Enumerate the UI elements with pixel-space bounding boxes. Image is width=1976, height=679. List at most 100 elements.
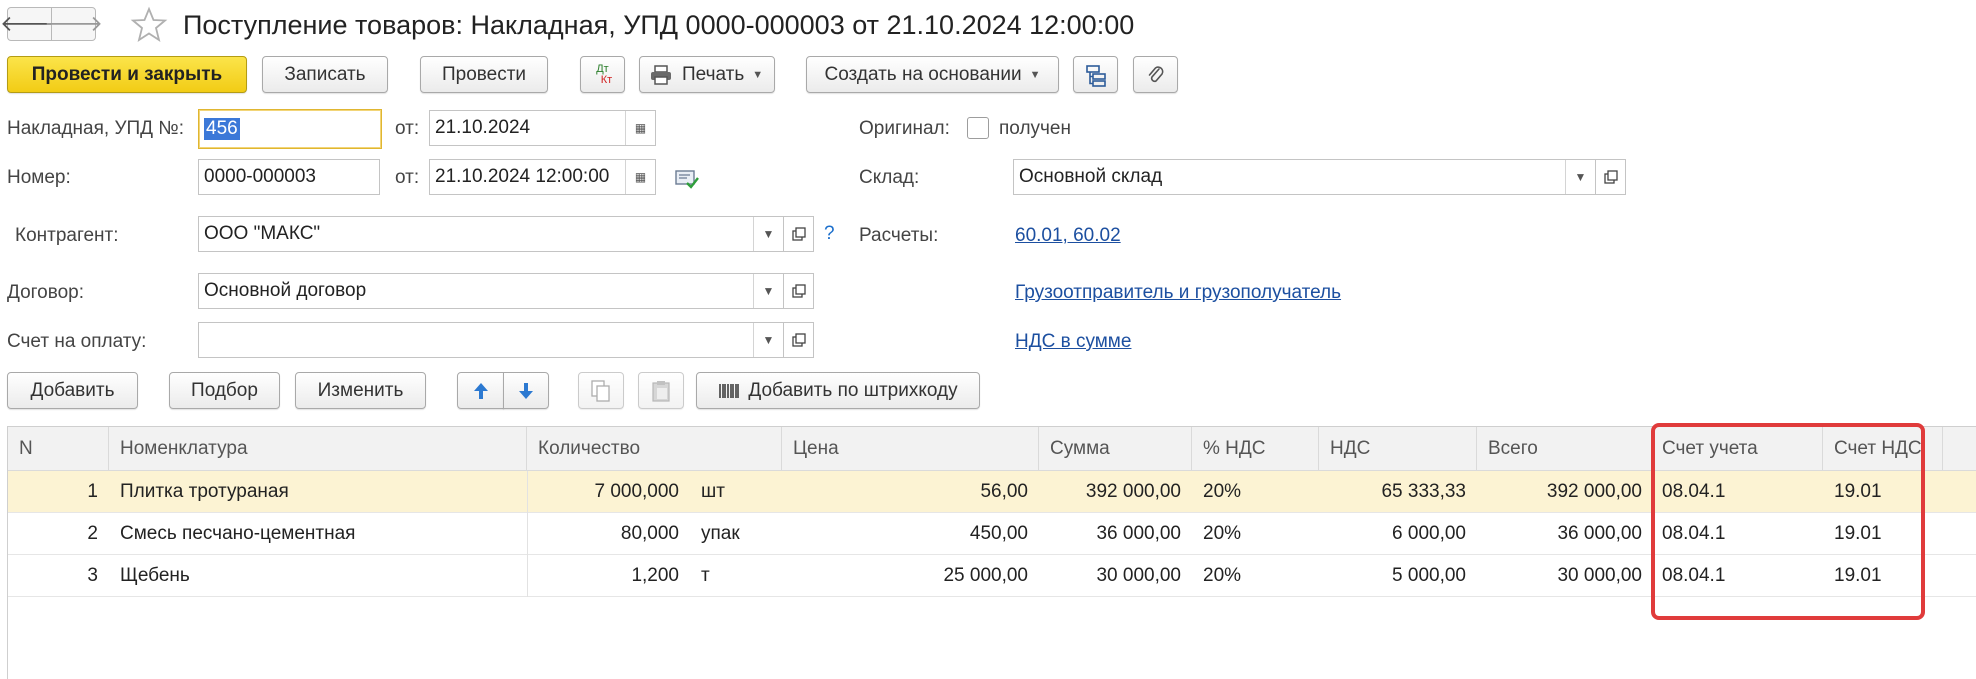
row-price: 56,00	[980, 481, 1028, 502]
contract-value: Основной договор	[204, 280, 367, 301]
open-icon	[791, 284, 806, 298]
printer-icon	[651, 64, 671, 85]
row-quantity: 7 000,000	[594, 481, 679, 502]
paste-button[interactable]	[638, 372, 684, 409]
number-date-field[interactable]: 21.10.2024 12:00:00 ▦	[429, 159, 656, 195]
row-vat: 65 333,33	[1381, 481, 1466, 502]
row-total: 392 000,00	[1546, 481, 1642, 502]
row-unit: шт	[701, 481, 725, 502]
row-price: 25 000,00	[943, 565, 1028, 586]
original-label: Оригинал:	[859, 118, 950, 139]
vat-in-sum-link[interactable]: НДС в сумме	[1015, 331, 1131, 353]
save-button[interactable]: Записать	[262, 56, 388, 93]
row-item: Плитка тротураная	[120, 481, 289, 502]
row-vat: 6 000,00	[1392, 523, 1466, 544]
invoice-for-payment-field[interactable]: ▼	[198, 322, 784, 358]
column-header-total[interactable]: Всего	[1477, 427, 1653, 471]
chevron-down-icon[interactable]: ▼	[753, 217, 783, 251]
row-sum: 392 000,00	[1085, 481, 1181, 502]
row-number: 2	[87, 523, 98, 544]
original-received-label: получен	[999, 118, 1071, 139]
print-label: Печать	[682, 63, 745, 85]
row-total: 36 000,00	[1557, 523, 1642, 544]
contractor-open-button[interactable]	[784, 216, 814, 252]
warehouse-field[interactable]: Основной склад ▼	[1013, 159, 1596, 195]
move-down-button[interactable]	[503, 372, 549, 409]
star-icon[interactable]	[130, 6, 168, 44]
column-header-n[interactable]: N	[8, 427, 109, 471]
copy-icon	[591, 379, 610, 402]
change-button[interactable]: Изменить	[295, 372, 426, 409]
invoice-number-field[interactable]: 456	[198, 109, 382, 149]
open-icon	[1603, 170, 1618, 184]
row-vat: 5 000,00	[1392, 565, 1466, 586]
dt-kt-button[interactable]: Дт Кт	[580, 56, 625, 93]
column-header-price[interactable]: Цена	[782, 427, 1039, 471]
structure-icon	[1085, 64, 1106, 87]
column-header-vat[interactable]: НДС	[1319, 427, 1477, 471]
pick-button[interactable]: Подбор	[169, 372, 280, 409]
calendar-icon[interactable]: ▦	[625, 160, 655, 194]
row-number: 3	[87, 565, 98, 586]
create-based-on-label: Создать на основании	[824, 63, 1022, 85]
number-date-value: 21.10.2024 12:00:00	[435, 166, 610, 187]
original-received-checkbox[interactable]	[967, 117, 989, 139]
warehouse-label: Склад:	[859, 167, 920, 188]
copy-button[interactable]	[578, 372, 624, 409]
add-row-button[interactable]: Добавить	[7, 372, 138, 409]
number-date-from-label: от:	[395, 167, 420, 188]
column-header-sum[interactable]: Сумма	[1039, 427, 1192, 471]
post-button[interactable]: Провести	[420, 56, 548, 93]
post-and-close-button[interactable]: Провести и закрыть	[7, 56, 247, 93]
barcode-icon	[719, 383, 740, 398]
row-quantity: 1,200	[631, 565, 679, 586]
arrow-down-icon	[519, 382, 533, 399]
attach-button[interactable]	[1133, 56, 1178, 93]
invoice-date-from-label: от:	[395, 118, 420, 139]
row-item: Щебень	[120, 565, 190, 586]
settlements-link[interactable]: 60.01, 60.02	[1015, 225, 1121, 247]
contract-field[interactable]: Основной договор ▼	[198, 273, 784, 309]
row-sum: 36 000,00	[1096, 523, 1181, 544]
row-unit: т	[701, 565, 710, 586]
help-icon[interactable]: ?	[824, 223, 835, 245]
arrow-right-icon: 🡒	[44, 11, 103, 36]
row-sum: 30 000,00	[1096, 565, 1181, 586]
forward-button[interactable]: 🡒	[44, 7, 103, 41]
number-value: 0000-000003	[204, 166, 316, 187]
column-header-quantity[interactable]: Количество	[527, 427, 782, 471]
add-by-barcode-button[interactable]: Добавить по штрихкоду	[696, 372, 980, 409]
structure-button[interactable]	[1073, 56, 1118, 93]
contractor-label: Контрагент:	[15, 225, 119, 246]
warehouse-open-button[interactable]	[1596, 159, 1626, 195]
chevron-down-icon: ▼	[752, 68, 764, 81]
invoice-number-value: 456	[204, 118, 240, 140]
edit-number-icon[interactable]	[674, 167, 700, 189]
invoice-date-field[interactable]: 21.10.2024 ▦	[429, 110, 656, 146]
arrow-up-icon	[473, 382, 488, 399]
chevron-down-icon[interactable]: ▼	[753, 323, 783, 357]
row-unit: упак	[701, 523, 740, 544]
row-vat-rate: 20%	[1203, 481, 1242, 502]
contract-open-button[interactable]	[784, 273, 814, 309]
open-icon	[791, 333, 806, 347]
highlight-frame	[1651, 423, 1925, 620]
row-quantity: 80,000	[620, 523, 679, 544]
print-button[interactable]: Печать ▼	[639, 56, 775, 93]
warehouse-value: Основной склад	[1019, 166, 1163, 187]
contractor-field[interactable]: ООО "МАКС" ▼	[198, 216, 784, 252]
row-vat-rate: 20%	[1203, 565, 1242, 586]
column-header-item[interactable]: Номенклатура	[109, 427, 527, 471]
chevron-down-icon[interactable]: ▼	[753, 274, 783, 308]
number-field[interactable]: 0000-000003	[198, 159, 380, 195]
row-item: Смесь песчано-цементная	[120, 523, 356, 544]
calendar-icon[interactable]: ▦	[625, 111, 655, 145]
chevron-down-icon[interactable]: ▼	[1565, 160, 1595, 194]
row-number: 1	[87, 481, 98, 502]
shipper-consignee-link[interactable]: Грузоотправитель и грузополучатель	[1015, 282, 1341, 304]
column-header-vat-rate[interactable]: % НДС	[1192, 427, 1319, 471]
invoice-for-payment-label: Счет на оплату:	[7, 331, 147, 352]
move-up-button[interactable]	[457, 372, 504, 409]
invoice-for-payment-open-button[interactable]	[784, 322, 814, 358]
create-based-on-button[interactable]: Создать на основании ▼	[806, 56, 1059, 93]
